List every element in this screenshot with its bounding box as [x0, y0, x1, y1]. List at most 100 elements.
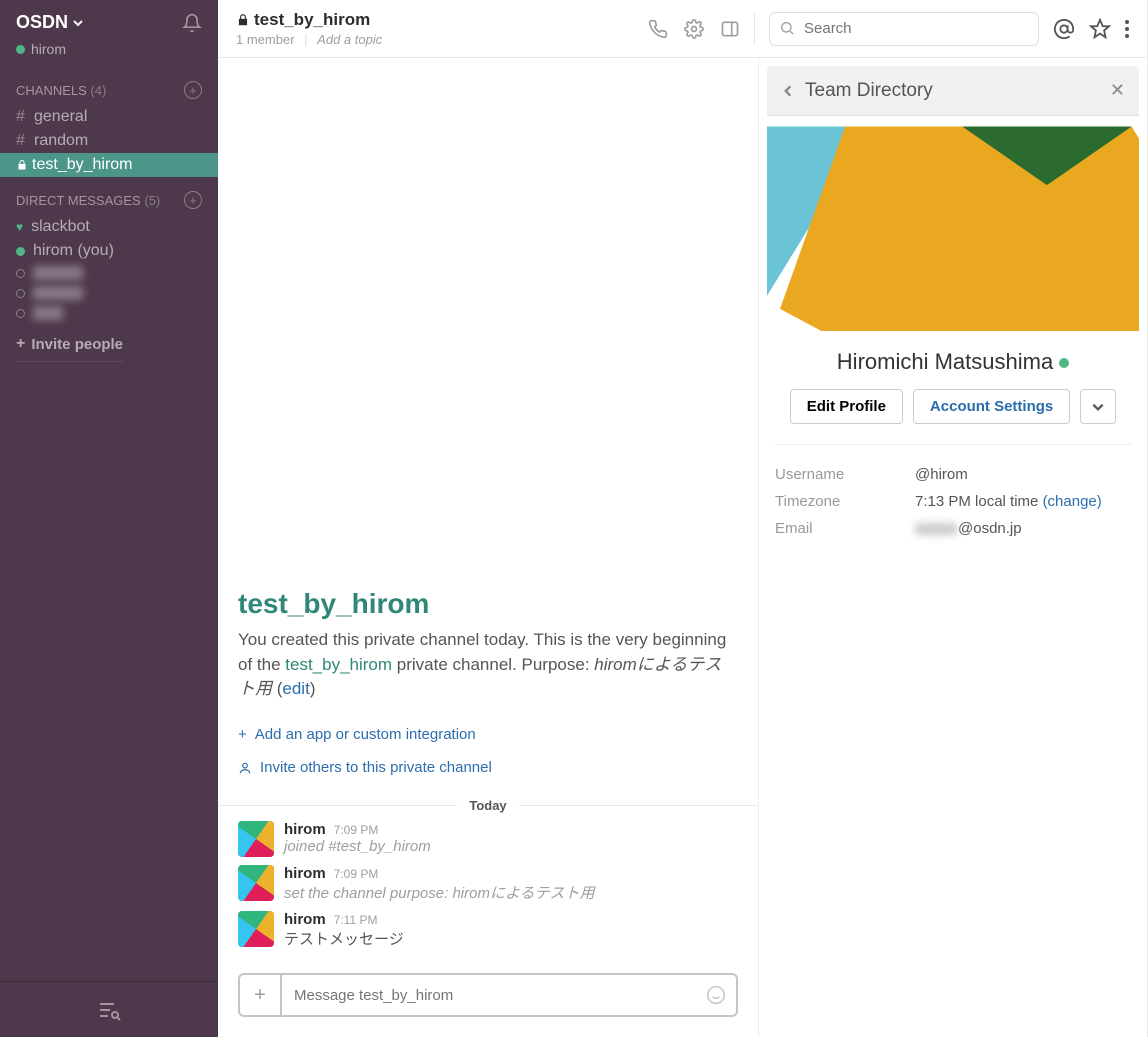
search-box — [769, 12, 1039, 46]
bell-icon[interactable] — [182, 13, 202, 33]
date-divider: Today — [218, 798, 758, 813]
edit-purpose[interactable]: edit — [282, 679, 309, 698]
sidebar-footer[interactable] — [0, 981, 218, 1037]
channel-label: test_by_hirom — [32, 156, 133, 174]
message-author[interactable]: hirom — [284, 911, 326, 928]
message-author[interactable]: hirom — [284, 865, 326, 882]
detail-label: Email — [775, 520, 915, 537]
account-settings-button[interactable]: Account Settings — [913, 389, 1070, 424]
avatar[interactable] — [238, 821, 274, 857]
detail-username: Username @hirom — [775, 461, 1131, 488]
channel-title-text: test_by_hirom — [254, 10, 370, 30]
intro-text: You created this private channel today. … — [238, 628, 738, 702]
dm-count: (5) — [144, 193, 160, 208]
profile-cover — [767, 116, 1139, 331]
lock-icon — [236, 13, 250, 27]
chevron-down-icon — [1091, 400, 1105, 414]
message-time: 7:09 PM — [334, 867, 379, 881]
presence-icon — [16, 45, 25, 54]
message-time: 7:11 PM — [334, 913, 378, 927]
current-user[interactable]: hirom — [0, 41, 218, 67]
main: test_by_hirom 1 member | Add a topic — [218, 0, 1148, 1037]
sidebar-item-random[interactable]: #random — [0, 129, 218, 153]
message[interactable]: hirom 7:09 PM joined #test_by_hirom — [218, 817, 758, 861]
detail-label: Username — [775, 466, 915, 483]
emoji-button[interactable] — [696, 985, 736, 1005]
add-dm-icon[interactable]: + — [184, 191, 202, 209]
more-icon[interactable] — [1125, 19, 1129, 39]
presence-away-icon — [16, 289, 25, 298]
presence-icon — [1059, 358, 1069, 368]
sidebar: OSDN hirom CHANNELS (4) + #general #rand… — [0, 0, 218, 1037]
dm-label-blurred — [33, 306, 63, 320]
channel-label: general — [34, 108, 87, 126]
composer: + — [218, 961, 758, 1037]
dm-header[interactable]: DIRECT MESSAGES (5) + — [0, 177, 218, 215]
message[interactable]: hirom 7:09 PM set the channel purpose: hi… — [218, 861, 758, 907]
more-button[interactable] — [1080, 389, 1116, 424]
detail-email: Email @osdn.jp — [775, 515, 1131, 542]
channel-link[interactable]: test_by_hirom — [285, 655, 392, 674]
panel-header: Team Directory ✕ — [767, 66, 1139, 116]
add-channel-icon[interactable]: + — [184, 81, 202, 99]
channel-title[interactable]: test_by_hirom — [236, 10, 634, 30]
chevron-down-icon — [72, 17, 84, 29]
dm-item[interactable] — [0, 283, 218, 303]
presence-icon — [16, 247, 25, 256]
dm-item[interactable] — [0, 303, 218, 323]
presence-away-icon — [16, 269, 25, 278]
team-name-label: OSDN — [16, 12, 68, 33]
phone-icon[interactable] — [648, 19, 668, 39]
member-count[interactable]: 1 member — [236, 32, 295, 47]
invite-people[interactable]: +Invite people — [16, 327, 123, 362]
current-user-label: hirom — [31, 41, 66, 57]
detail-value: @hirom — [915, 466, 968, 483]
sidebar-item-general[interactable]: #general — [0, 105, 218, 129]
invite-link[interactable]: Invite others to this private channel — [218, 751, 758, 784]
dm-label: slackbot — [31, 218, 90, 236]
message-author[interactable]: hirom — [284, 821, 326, 838]
cover-image — [767, 116, 1139, 331]
message-time: 7:09 PM — [334, 823, 379, 837]
messages-area: test_by_hirom You created this private c… — [218, 58, 759, 1037]
team-name[interactable]: OSDN — [16, 12, 84, 33]
message-text: joined #test_by_hirom — [284, 838, 738, 855]
detail-timezone: Timezone 7:13 PM local time (change) — [775, 488, 1131, 515]
channels-header[interactable]: CHANNELS (4) + — [0, 67, 218, 105]
back-button[interactable] — [781, 84, 795, 98]
channel-header: test_by_hirom 1 member | Add a topic — [218, 0, 1147, 58]
edit-profile-button[interactable]: Edit Profile — [790, 389, 903, 424]
gear-icon[interactable] — [684, 19, 704, 39]
channels-label: CHANNELS — [16, 83, 87, 98]
channels-count: (4) — [90, 83, 106, 98]
sidebar-item-test-by-hirom[interactable]: test_by_hirom — [0, 153, 218, 177]
presence-away-icon — [16, 309, 25, 318]
search-input[interactable] — [769, 12, 1039, 46]
dm-item[interactable] — [0, 263, 218, 283]
avatar[interactable] — [238, 865, 274, 901]
close-button[interactable]: ✕ — [1110, 80, 1125, 101]
smile-icon — [706, 985, 726, 1005]
dm-slackbot[interactable]: ♥slackbot — [0, 215, 218, 239]
add-app-link[interactable]: + Add an app or custom integration — [218, 718, 758, 751]
dm-self[interactable]: hirom (you) — [0, 239, 218, 263]
add-topic[interactable]: Add a topic — [317, 32, 382, 47]
avatar[interactable] — [238, 911, 274, 947]
message-text: set the channel purpose: hiromによるテスト用 — [284, 882, 738, 903]
star-icon[interactable] — [1089, 18, 1111, 40]
profile-details: Username @hirom Timezone 7:13 PM local t… — [775, 444, 1131, 558]
change-timezone[interactable]: (change) — [1043, 493, 1102, 510]
at-icon[interactable] — [1053, 18, 1075, 40]
detail-value: 7:13 PM local time — [915, 493, 1043, 510]
plus-icon: + — [238, 726, 247, 743]
composer-plus-button[interactable]: + — [240, 975, 282, 1015]
message[interactable]: hirom7:11 PM テストメッセージ — [218, 907, 758, 953]
panel-icon[interactable] — [720, 19, 740, 39]
lock-icon — [16, 159, 28, 171]
dm-label: DIRECT MESSAGES — [16, 193, 141, 208]
message-input[interactable] — [282, 987, 696, 1004]
intro-title: test_by_hirom — [238, 588, 738, 620]
dm-label-blurred — [33, 286, 83, 300]
list-search-icon — [97, 998, 121, 1022]
channel-intro: test_by_hirom You created this private c… — [218, 588, 758, 718]
